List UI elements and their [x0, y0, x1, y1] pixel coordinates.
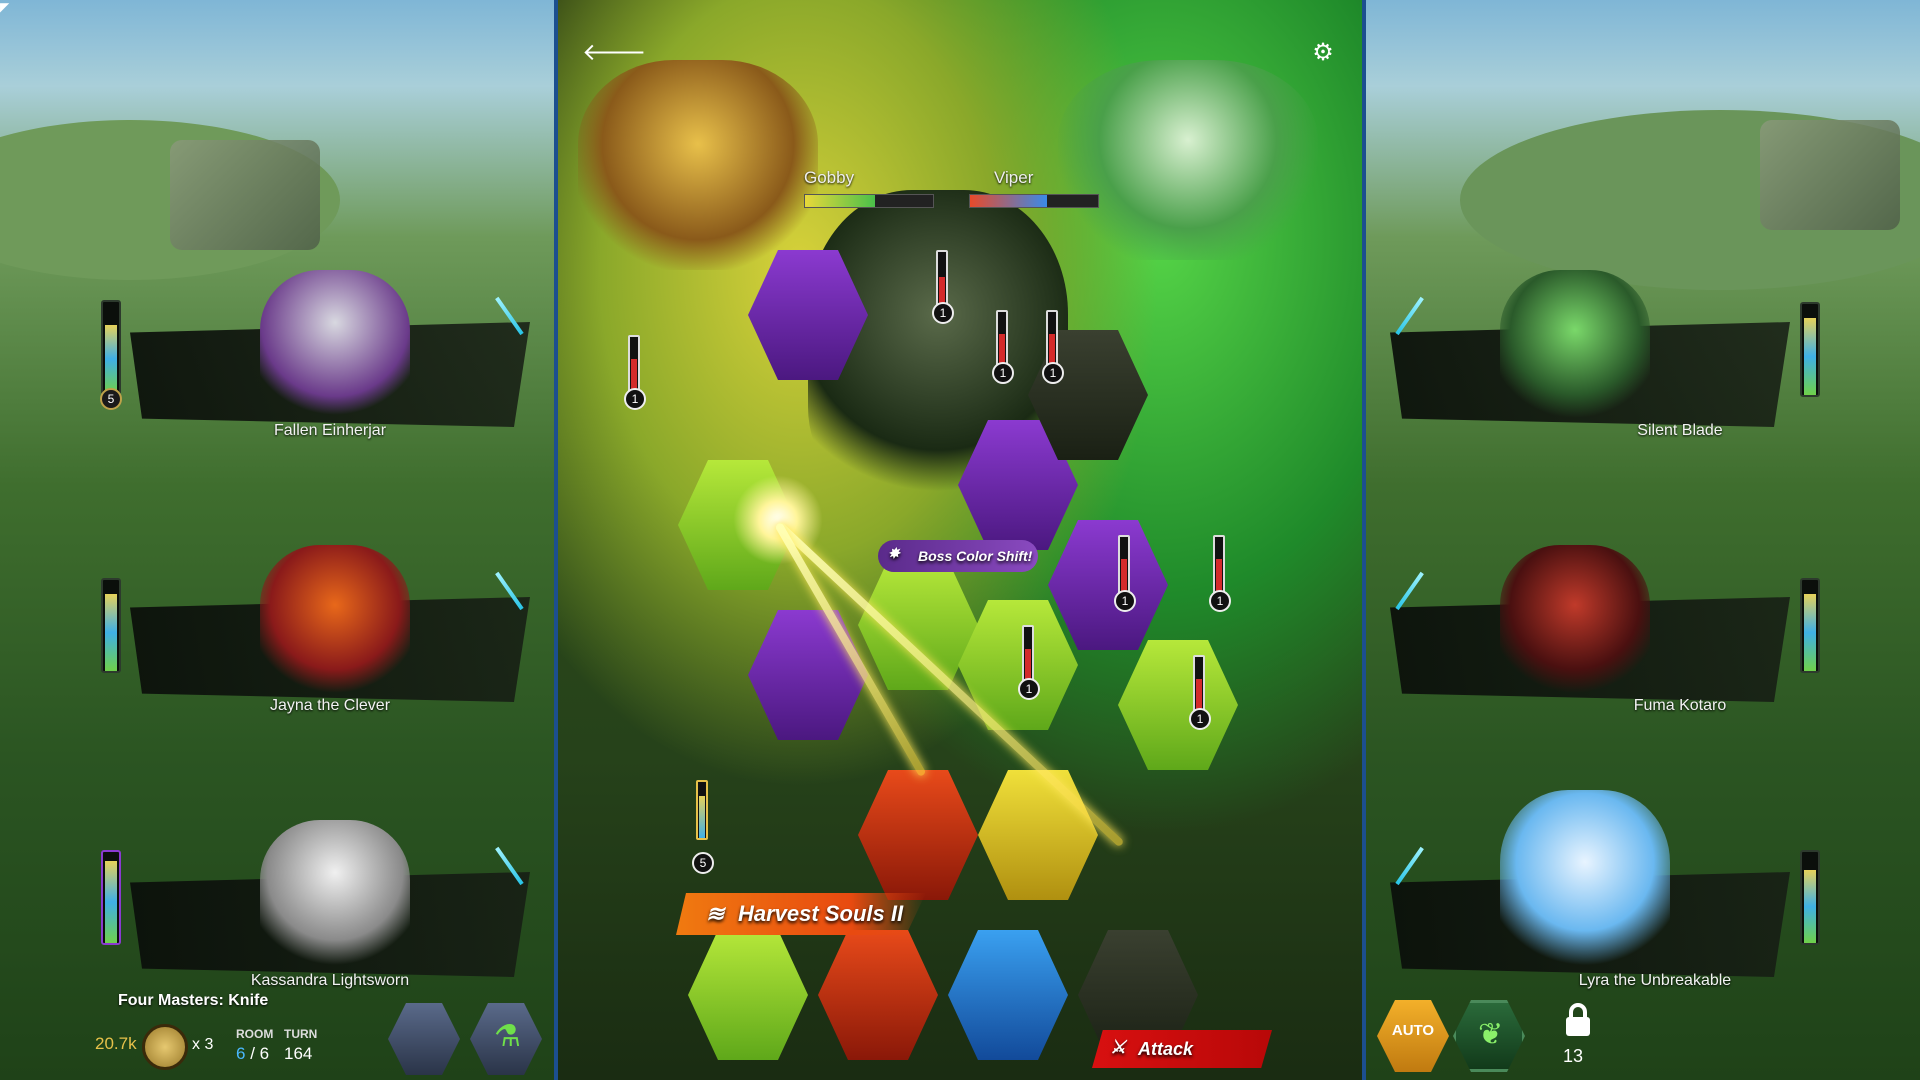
boss-color-shift-label: ✸ Boss Color Shift!	[878, 540, 1038, 572]
turn-label: TURN	[284, 1027, 318, 1041]
unit-count: 1	[992, 362, 1014, 384]
hero-portrait	[1500, 790, 1670, 970]
boss-name: Gobby	[804, 168, 855, 187]
hero-portrait	[260, 545, 410, 695]
coin-icon	[142, 1024, 188, 1070]
hero-charge-meter	[1800, 578, 1820, 673]
unit-hp-bar	[628, 335, 640, 395]
charge-badge: 5	[100, 388, 122, 410]
unit-hp-bar	[696, 780, 708, 840]
lock-count: 13	[1563, 1046, 1584, 1066]
leaf-icon: ❦	[1478, 1018, 1504, 1051]
hero-card-lyra-the-unbreakable[interactable]: Lyra the Unbreakable	[1390, 790, 1790, 990]
unit-hp-bar	[1213, 535, 1225, 595]
hero-name: Silent Blade	[1637, 422, 1723, 439]
back-arrow-icon[interactable]: 🡐	[582, 36, 646, 70]
room-counter: 6 / 6	[236, 1044, 270, 1063]
sword-icon	[515, 840, 529, 900]
unit-hp-bar	[1046, 310, 1058, 370]
attack-button[interactable]: ⚔ Attack	[1092, 1030, 1272, 1068]
unit-count: 1	[624, 388, 646, 410]
hero-card-fallen-einherjar[interactable]: Fallen Einherjar	[130, 270, 530, 440]
hex-tile[interactable]	[948, 930, 1068, 1060]
hero-name: Fuma Kotaro	[1633, 697, 1727, 714]
hero-portrait	[1500, 545, 1650, 695]
boss-name: Viper	[994, 168, 1034, 187]
gear-icon[interactable]: ⚙	[1306, 36, 1340, 70]
unit-count: 1	[932, 302, 954, 324]
hex-tile[interactable]	[748, 610, 868, 740]
unit-hp-bar	[1118, 535, 1130, 595]
hex-tile[interactable]	[818, 930, 938, 1060]
starburst-icon: ✸	[888, 545, 900, 561]
hero-charge-meter	[101, 850, 121, 945]
unit-hp-bar	[1193, 655, 1205, 715]
coin-count: x 3	[192, 1036, 214, 1053]
potion-icon: ⚗	[494, 1020, 521, 1053]
hex-tile[interactable]	[1048, 520, 1168, 650]
hex-tile[interactable]	[688, 930, 808, 1060]
chain-icon: ≋	[706, 901, 725, 926]
boss-hp-bar	[969, 194, 1099, 208]
gold-amount: 20.7k	[95, 1034, 137, 1053]
unit-count: 1	[1042, 362, 1064, 384]
hero-name: Lyra the Unbreakable	[1578, 972, 1732, 989]
hero-name: Fallen Einherjar	[273, 422, 387, 439]
turn-counter: 164	[284, 1044, 313, 1063]
unit-hp-bar	[1022, 625, 1034, 685]
skill-banner-harvest-souls: ≋ Harvest Souls II	[676, 893, 926, 935]
hero-portrait	[1500, 270, 1650, 420]
unit-count: 5	[692, 852, 714, 874]
boss-hp-bar	[804, 194, 934, 208]
lock-icon[interactable]	[1563, 1002, 1593, 1038]
sword-icon	[1390, 565, 1404, 625]
hero-card-jayna-the-clever[interactable]: Jayna the Clever	[130, 545, 530, 715]
hero-portrait	[260, 820, 410, 970]
hero-charge-meter	[1800, 850, 1820, 945]
sword-icon	[1390, 290, 1404, 350]
unit-hp-bar	[996, 310, 1008, 370]
hero-portrait	[260, 270, 410, 420]
hero-card-kassandra-lightsworn[interactable]: Kassandra Lightsworn	[130, 820, 530, 990]
crossed-swords-icon: ⚔	[1110, 1037, 1127, 1057]
unit-count: 1	[1209, 590, 1231, 612]
battle-board: 🡐 ⚙ Gobby Viper 1 1 1 1 1 1 1 1 5 ✸ Boss…	[554, 0, 1366, 1080]
dungeon-name: Four Masters: Knife	[118, 992, 269, 1009]
boss-gobby	[578, 60, 818, 270]
unit-hp-bar	[936, 250, 948, 310]
hero-charge-meter	[101, 300, 121, 395]
hero-name: Jayna the Clever	[269, 697, 391, 714]
hero-charge-meter	[101, 578, 121, 673]
sword-icon	[1390, 840, 1404, 900]
unit-count: 1	[1018, 678, 1040, 700]
hero-charge-meter	[1800, 302, 1820, 397]
unit-count: 1	[1114, 590, 1136, 612]
hero-name: Kassandra Lightsworn	[250, 972, 410, 989]
left-party-panel: Fallen Einherjar 5 Jayna the Clever Kass…	[0, 0, 550, 1080]
room-label: ROOM	[236, 1027, 274, 1041]
unit-count: 1	[1189, 708, 1211, 730]
boss-health-bars: Gobby Viper	[804, 168, 1114, 228]
right-party-panel: Silent Blade Fuma Kotaro Lyra the Unbrea…	[1370, 0, 1920, 1080]
boss-viper	[1058, 60, 1318, 260]
hero-card-fuma-kotaro[interactable]: Fuma Kotaro	[1390, 545, 1790, 715]
hex-tile[interactable]	[1118, 640, 1238, 770]
game-screen: ◤ Fallen Einherjar 5 Jayna the Clever Ka…	[0, 0, 1920, 1080]
hero-card-silent-blade[interactable]: Silent Blade	[1390, 270, 1790, 440]
hex-tile[interactable]	[858, 770, 978, 900]
hex-tile[interactable]	[858, 560, 978, 690]
sword-icon	[515, 565, 529, 625]
sword-icon	[515, 290, 529, 350]
hex-tile[interactable]	[978, 770, 1098, 900]
